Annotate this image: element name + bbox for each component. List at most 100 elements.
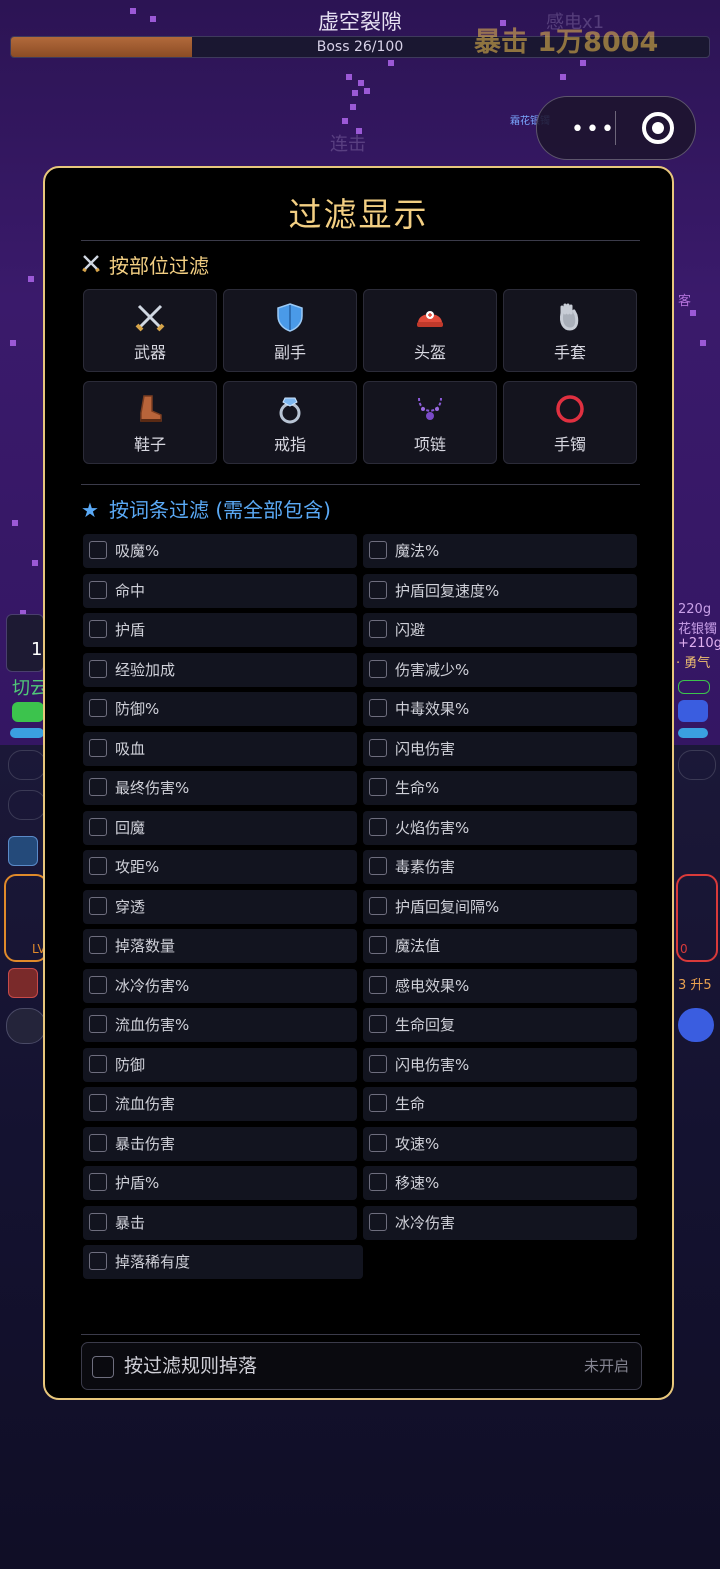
affix-checkbox[interactable] xyxy=(369,1173,387,1191)
slot-filter-shield[interactable]: 副手 xyxy=(223,289,357,372)
affix-filter-item[interactable]: 吸魔% xyxy=(83,534,357,568)
slot-filter-bracelet[interactable]: 手镯 xyxy=(503,381,637,464)
affix-filter-item[interactable]: 暴击 xyxy=(83,1205,357,1240)
affix-filter-item[interactable]: 防御% xyxy=(83,692,357,726)
affix-checkbox[interactable] xyxy=(369,857,387,875)
affix-filter-item[interactable]: 冰冷伤害 xyxy=(363,1205,637,1240)
left-pill-1[interactable] xyxy=(8,750,46,780)
affix-label: 暴击伤害 xyxy=(115,1134,176,1153)
more-dots-icon[interactable]: ••• xyxy=(571,117,616,142)
affix-filter-item[interactable]: 护盾回复速度% xyxy=(363,573,637,608)
affix-checkbox[interactable] xyxy=(89,1054,107,1073)
affix-filter-item[interactable]: 掉落稀有度 xyxy=(83,1245,363,1279)
affix-filter-item[interactable]: 生命回复 xyxy=(363,1008,637,1042)
right-action-button[interactable] xyxy=(678,1008,714,1042)
affix-filter-item[interactable]: 暴击伤害 xyxy=(83,1126,357,1161)
affix-filter-item[interactable]: 吸血 xyxy=(83,731,357,766)
affix-filter-item[interactable]: 闪电伤害 xyxy=(363,731,637,766)
affix-checkbox[interactable] xyxy=(369,1054,387,1073)
drop-by-filter-checkbox[interactable] xyxy=(92,1356,114,1378)
affix-checkbox[interactable] xyxy=(369,580,387,599)
affix-checkbox[interactable] xyxy=(89,1015,107,1033)
affix-filter-item[interactable]: 防御 xyxy=(83,1047,357,1082)
affix-filter-item[interactable]: 攻速% xyxy=(363,1126,637,1161)
affix-checkbox[interactable] xyxy=(369,699,387,717)
affix-checkbox[interactable] xyxy=(89,1094,107,1112)
affix-checkbox[interactable] xyxy=(369,1094,387,1112)
slot-filter-helmet[interactable]: 头盔 xyxy=(363,289,497,372)
slot-filter-crossed-swords[interactable]: 武器 xyxy=(83,289,217,372)
star-icon: ★ xyxy=(81,498,99,522)
affix-filter-item[interactable]: 掉落数量 xyxy=(83,929,357,963)
affix-checkbox[interactable] xyxy=(89,699,107,717)
affix-checkbox[interactable] xyxy=(369,936,387,954)
affix-label: 感电效果% xyxy=(395,976,470,995)
affix-filter-item[interactable]: 魔法% xyxy=(363,534,637,568)
affix-filter-item[interactable]: 闪电伤害% xyxy=(363,1047,637,1082)
affix-filter-item[interactable]: 感电效果% xyxy=(363,968,637,1003)
affix-checkbox[interactable] xyxy=(89,738,107,757)
affix-checkbox[interactable] xyxy=(369,896,387,915)
affix-checkbox[interactable] xyxy=(89,817,107,836)
affix-filter-item[interactable]: 移速% xyxy=(363,1166,637,1200)
affix-checkbox[interactable] xyxy=(89,541,107,559)
affix-checkbox[interactable] xyxy=(89,580,107,599)
affix-checkbox[interactable] xyxy=(369,778,387,796)
affix-checkbox[interactable] xyxy=(89,1252,107,1270)
affix-filter-item[interactable]: 回魔 xyxy=(83,810,357,845)
affix-checkbox[interactable] xyxy=(369,975,387,994)
affix-checkbox[interactable] xyxy=(369,1015,387,1033)
equip-slot-left[interactable]: LV xyxy=(4,874,48,962)
right-pill-1[interactable] xyxy=(678,750,716,780)
slot-filter-necklace[interactable]: 项链 xyxy=(363,381,497,464)
affix-checkbox[interactable] xyxy=(89,778,107,796)
affix-checkbox[interactable] xyxy=(89,857,107,875)
affix-filter-item[interactable]: 中毒效果% xyxy=(363,692,637,726)
affix-filter-item[interactable]: 魔法值 xyxy=(363,929,637,963)
affix-checkbox[interactable] xyxy=(369,1212,387,1231)
affix-filter-item[interactable]: 毒素伤害 xyxy=(363,850,637,884)
affix-filter-item[interactable]: 护盾% xyxy=(83,1166,357,1200)
affix-checkbox[interactable] xyxy=(369,659,387,678)
skill-slot-left[interactable]: 1 xyxy=(6,614,44,672)
left-action-button[interactable] xyxy=(6,1008,46,1044)
affix-checkbox[interactable] xyxy=(89,896,107,915)
affix-filter-item[interactable]: 命中 xyxy=(83,573,357,608)
drop-by-filter-toggle[interactable]: 按过滤规则掉落 未开启 xyxy=(81,1342,642,1390)
affix-filter-item[interactable]: 攻距% xyxy=(83,850,357,884)
affix-filter-item[interactable]: 闪避 xyxy=(363,613,637,647)
affix-filter-item[interactable]: 护盾 xyxy=(83,613,357,647)
particle xyxy=(350,104,356,110)
affix-checkbox[interactable] xyxy=(89,620,107,638)
slot-filter-gloves[interactable]: 手套 xyxy=(503,289,637,372)
affix-checkbox[interactable] xyxy=(89,1133,107,1152)
affix-checkbox[interactable] xyxy=(89,659,107,678)
affix-checkbox[interactable] xyxy=(369,620,387,638)
affix-filter-item[interactable]: 冰冷伤害% xyxy=(83,968,357,1003)
affix-filter-item[interactable]: 最终伤害% xyxy=(83,771,357,805)
affix-filter-item[interactable]: 穿透 xyxy=(83,889,357,924)
particle xyxy=(364,88,370,94)
affix-checkbox[interactable] xyxy=(369,541,387,559)
equip-slot-right[interactable]: 0 xyxy=(676,874,718,962)
affix-filter-item[interactable]: 生命 xyxy=(363,1087,637,1121)
affix-checkbox[interactable] xyxy=(89,1173,107,1191)
affix-filter-item[interactable]: 火焰伤害% xyxy=(363,810,637,845)
affix-filter-item[interactable]: 流血伤害% xyxy=(83,1008,357,1042)
affix-checkbox[interactable] xyxy=(369,738,387,757)
target-icon[interactable] xyxy=(642,112,674,144)
affix-filter-item[interactable]: 流血伤害 xyxy=(83,1087,357,1121)
affix-checkbox[interactable] xyxy=(89,1212,107,1231)
affix-checkbox[interactable] xyxy=(369,817,387,836)
left-pill-2[interactable] xyxy=(8,790,46,820)
affix-filter-item[interactable]: 护盾回复间隔% xyxy=(363,889,637,924)
affix-checkbox[interactable] xyxy=(89,975,107,994)
affix-label: 流血伤害 xyxy=(115,1095,176,1113)
affix-filter-item[interactable]: 经验加成 xyxy=(83,652,357,687)
affix-checkbox[interactable] xyxy=(369,1133,387,1152)
affix-filter-item[interactable]: 生命% xyxy=(363,771,637,805)
affix-filter-item[interactable]: 伤害减少% xyxy=(363,652,637,687)
affix-checkbox[interactable] xyxy=(89,936,107,954)
slot-filter-boot[interactable]: 鞋子 xyxy=(83,381,217,464)
slot-filter-ring[interactable]: 戒指 xyxy=(223,381,357,464)
